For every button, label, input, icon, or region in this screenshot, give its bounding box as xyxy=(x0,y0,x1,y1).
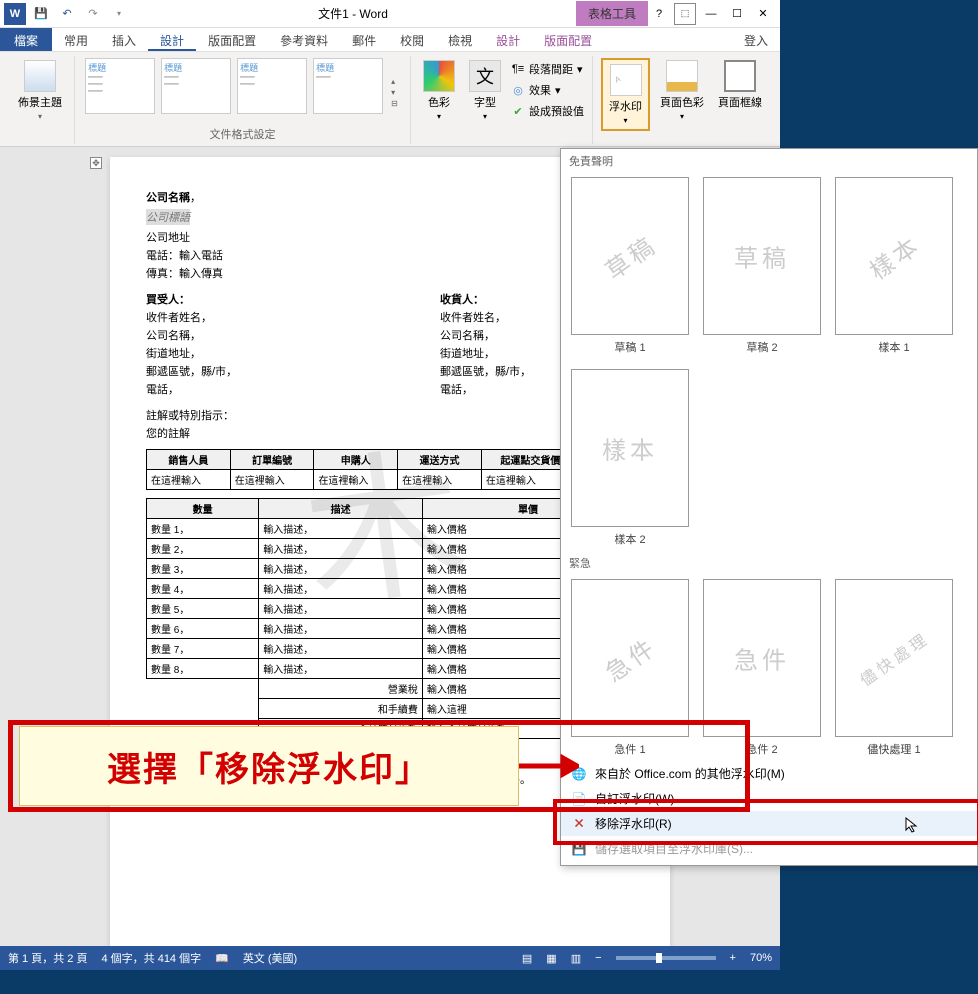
save-selection-to-gallery: 💾儲存選取項目至浮水印庫(S)... xyxy=(561,836,977,861)
arrow-icon xyxy=(519,754,579,778)
remove-watermark-icon: 🗙 xyxy=(571,816,587,832)
paragraph-spacing-button[interactable]: ¶≡段落間距 ▾ xyxy=(511,60,584,78)
language-indicator[interactable]: 英文 (美國) xyxy=(243,950,297,966)
watermark-option-sample1[interactable]: 樣本樣本 1 xyxy=(835,177,953,355)
style-up-icon[interactable]: ▴ xyxy=(391,77,398,86)
page-color-icon xyxy=(666,60,698,92)
save-icon[interactable]: 💾 xyxy=(30,3,52,25)
close-icon[interactable]: ✕ xyxy=(752,3,774,25)
themes-icon xyxy=(24,60,56,92)
minimize-icon[interactable]: — xyxy=(700,3,722,25)
watermark-option-sample2[interactable]: 樣本樣本 2 xyxy=(571,369,689,547)
themes-group: 佈景主題 ▾ xyxy=(6,56,75,144)
page-border-icon xyxy=(724,60,756,92)
tab-design[interactable]: 設計 xyxy=(148,28,196,51)
doc-style-thumb[interactable]: 標題━━━━━━━━━━━━ xyxy=(85,58,155,114)
company-name: 公司名稱 xyxy=(146,192,190,204)
annotation-text: 選擇「移除浮水印」 xyxy=(107,742,431,791)
effects-button[interactable]: ◎效果 ▾ xyxy=(511,81,584,99)
sign-in[interactable]: 登入 xyxy=(732,28,780,51)
buyer-column: 買受人： 收件者姓名， 公司名稱， 街道地址， 郵遞區號，縣/市， 電話， xyxy=(146,289,340,399)
style-down-icon[interactable]: ▾ xyxy=(391,88,398,97)
page-indicator[interactable]: 第 1 頁，共 2 頁 xyxy=(8,950,87,966)
default-icon: ✔ xyxy=(511,104,525,118)
help-icon[interactable]: ? xyxy=(648,3,670,25)
save-gallery-icon: 💾 xyxy=(571,841,587,857)
watermark-option-draft1[interactable]: 草稿草稿 1 xyxy=(571,177,689,355)
annotation-text-box: 選擇「移除浮水印」 xyxy=(19,726,519,806)
ribbon-options-icon[interactable]: ⬚ xyxy=(674,3,696,25)
qat-dropdown-icon[interactable]: ▾ xyxy=(108,3,130,25)
colors-fonts-group: 色彩▾ 文字型▾ ¶≡段落間距 ▾ ◎效果 ▾ ✔設成預設值 xyxy=(411,56,593,144)
effects-icon: ◎ xyxy=(511,83,525,97)
zoom-in-icon[interactable]: + xyxy=(730,952,736,964)
set-default-button[interactable]: ✔設成預設值 xyxy=(511,102,584,120)
zoom-out-icon[interactable]: − xyxy=(595,952,601,964)
title-bar: W 💾 ↶ ↷ ▾ 文件1 - Word 表格工具 ? ⬚ — ☐ ✕ xyxy=(0,0,780,28)
tab-review[interactable]: 校閱 xyxy=(388,28,436,51)
spellcheck-icon[interactable]: 📖 xyxy=(215,952,229,965)
tab-references[interactable]: 參考資料 xyxy=(268,28,340,51)
fonts-button[interactable]: 文字型▾ xyxy=(465,58,505,123)
watermark-section-urgent: 緊急 xyxy=(561,551,977,575)
company-slogan[interactable]: 公司標語 xyxy=(146,209,190,225)
redo-icon[interactable]: ↷ xyxy=(82,3,104,25)
table-tools-context: 表格工具 xyxy=(576,1,648,26)
tab-home[interactable]: 常用 xyxy=(52,28,100,51)
document-title: 文件1 - Word xyxy=(130,5,576,22)
word-count[interactable]: 4 個字，共 414 個字 xyxy=(101,950,201,966)
cursor-icon xyxy=(905,817,921,833)
word-icon[interactable]: W xyxy=(4,3,26,25)
view-print-icon[interactable]: ▤ xyxy=(522,952,532,965)
format-group-label: 文件格式設定 xyxy=(210,126,276,142)
status-bar: 第 1 頁，共 2 頁 4 個字，共 414 個字 📖 英文 (美國) ▤ ▦ … xyxy=(0,946,780,970)
page-color-button[interactable]: 頁面色彩▾ xyxy=(656,58,708,123)
format-group: 標題━━━━━━━━━━━━ 標題━━━━━━━━ 標題━━━━━━━━ 標題━… xyxy=(75,56,411,144)
fonts-icon: 文 xyxy=(469,60,501,92)
ribbon: 佈景主題 ▾ 標題━━━━━━━━━━━━ 標題━━━━━━━━ 標題━━━━━… xyxy=(0,52,780,147)
colors-icon xyxy=(423,60,455,92)
tab-layout[interactable]: 版面配置 xyxy=(196,28,268,51)
themes-label: 佈景主題 xyxy=(18,94,62,110)
notes-header: 註解或特別指示： xyxy=(146,410,234,422)
view-web-icon[interactable]: ▥ xyxy=(571,952,581,965)
view-read-icon[interactable]: ▦ xyxy=(546,952,556,965)
maximize-icon[interactable]: ☐ xyxy=(726,3,748,25)
colors-button[interactable]: 色彩▾ xyxy=(419,58,459,123)
page-background-group: A浮水印▾ 頁面色彩▾ 頁面框線 xyxy=(593,56,774,144)
tab-ctx-layout[interactable]: 版面配置 xyxy=(532,28,604,51)
undo-icon[interactable]: ↶ xyxy=(56,3,78,25)
spacing-icon: ¶≡ xyxy=(511,62,525,76)
doc-style-thumb[interactable]: 標題━━━━━━━━ xyxy=(237,58,307,114)
watermark-button-highlight: A浮水印▾ xyxy=(601,58,650,131)
style-more-icon[interactable]: ⊟ xyxy=(391,99,398,108)
tab-view[interactable]: 檢視 xyxy=(436,28,484,51)
tab-insert[interactable]: 插入 xyxy=(100,28,148,51)
watermark-option-asap1[interactable]: 儘快處理儘快處理 1 xyxy=(835,579,953,757)
tab-mailings[interactable]: 郵件 xyxy=(340,28,388,51)
annotation-callout: 選擇「移除浮水印」 xyxy=(8,720,750,812)
watermark-icon: A xyxy=(610,64,642,96)
zoom-value[interactable]: 70% xyxy=(750,952,772,964)
page-border-button[interactable]: 頁面框線 xyxy=(714,58,766,112)
tab-ctx-design[interactable]: 設計 xyxy=(484,28,532,51)
doc-style-thumb[interactable]: 標題━━━━ xyxy=(313,58,383,114)
zoom-slider[interactable] xyxy=(616,956,716,960)
tab-file[interactable]: 檔案 xyxy=(0,28,52,51)
watermark-button[interactable]: A浮水印▾ xyxy=(605,62,646,127)
doc-style-thumb[interactable]: 標題━━━━━━━━ xyxy=(161,58,231,114)
watermark-section-disclaimer: 免責聲明 xyxy=(561,149,977,173)
watermark-option-draft2[interactable]: 草稿草稿 2 xyxy=(703,177,821,355)
themes-button[interactable]: 佈景主題 ▾ xyxy=(14,58,66,123)
ribbon-tabs: 檔案 常用 插入 設計 版面配置 參考資料 郵件 校閱 檢視 設計 版面配置 登… xyxy=(0,28,780,52)
table-anchor-icon[interactable]: ✥ xyxy=(90,157,102,169)
